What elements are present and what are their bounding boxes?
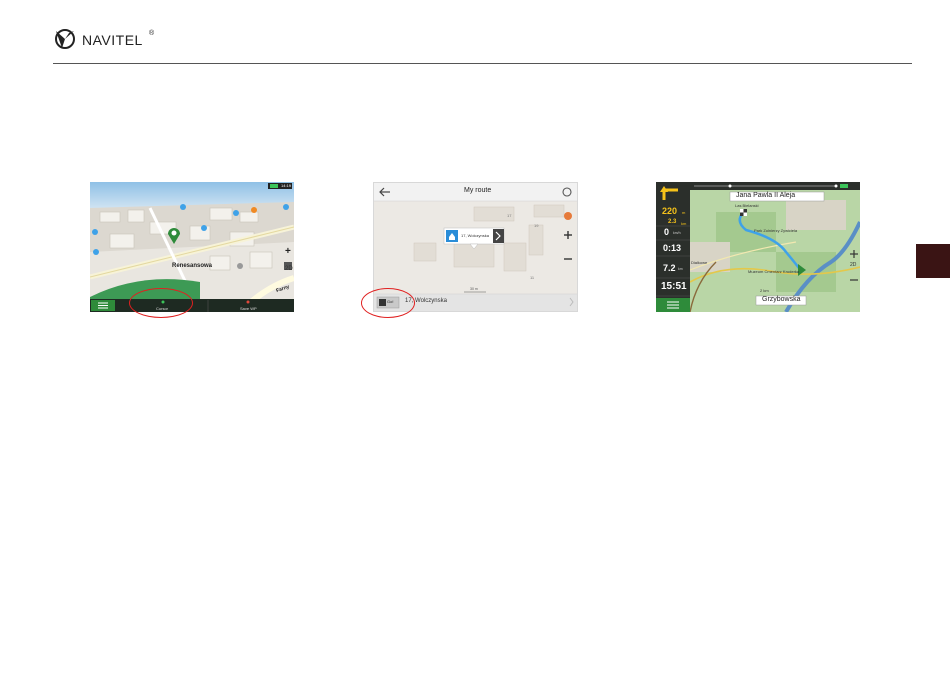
current-street-label: Grzybowska [762, 296, 801, 303]
distance-remaining: 7.2 [663, 263, 676, 273]
screenshot-map-cursor: Renesansowa Farny 2D + 14:19 Cursor Save… [90, 182, 294, 312]
navitel-logo-text: NAVITEL [82, 32, 143, 48]
scale-label: 30 m [470, 287, 478, 291]
map-label: Muzeum Cmentarz Kruderka [748, 269, 800, 274]
next-street-label: Jana Pawla II Aleja [736, 192, 796, 199]
registered-mark: ® [149, 30, 155, 37]
menu-button[interactable] [656, 298, 690, 312]
highlight-circle-go [361, 288, 415, 318]
map-label: 2 km [760, 288, 769, 293]
screenshot-route-navigation: Jana Pawla II Aleja Grzybowska Las Biela… [656, 182, 860, 312]
turn-distance: 220 [662, 206, 678, 216]
back-arrow-icon[interactable] [376, 184, 394, 200]
menu-button[interactable] [91, 299, 115, 312]
map-label: Las Bielanski [735, 203, 759, 208]
building-number: 11 [530, 275, 535, 280]
next-distance: 2.3 [668, 219, 677, 225]
route-title: My route [464, 187, 492, 194]
building-number: 17 [507, 213, 512, 218]
speed-unit: km/h [673, 231, 681, 235]
distance-remaining-unit: km [678, 267, 683, 271]
map-label: Dialkowe [691, 260, 708, 265]
save-waypoint-button[interactable]: Save WP [240, 306, 257, 311]
zoom-2d-button[interactable]: 2D [285, 266, 293, 272]
settings-gear-icon[interactable] [561, 185, 575, 199]
map-label: Park Zolnierzy Zywiciela [754, 228, 798, 233]
speed-value: 0 [664, 227, 670, 237]
arrival-time: 15:51 [661, 281, 687, 292]
zoom-in-icon[interactable] [848, 248, 860, 260]
highlight-circle-cursor [129, 288, 193, 318]
next-distance-unit: km [681, 221, 687, 226]
zoom-out-icon[interactable] [848, 274, 860, 286]
zoom-out-icon[interactable] [562, 253, 574, 265]
popup-address[interactable]: 17, Wolczynska [461, 233, 489, 238]
zoom-in-icon[interactable]: + [285, 246, 291, 257]
street-label-renesansowa: Renesansowa [172, 263, 213, 269]
header-divider [53, 63, 912, 64]
zoom-in-icon[interactable] [562, 229, 574, 241]
battery-time: 14:19 [281, 183, 292, 188]
turn-distance-unit: m [682, 210, 686, 215]
building-number: 19 [534, 223, 539, 228]
section-tab-marker [916, 244, 950, 278]
navitel-logo-icon [55, 29, 75, 49]
time-remaining: 0:13 [663, 243, 682, 253]
zoom-2d-button[interactable]: 2D [850, 262, 856, 268]
